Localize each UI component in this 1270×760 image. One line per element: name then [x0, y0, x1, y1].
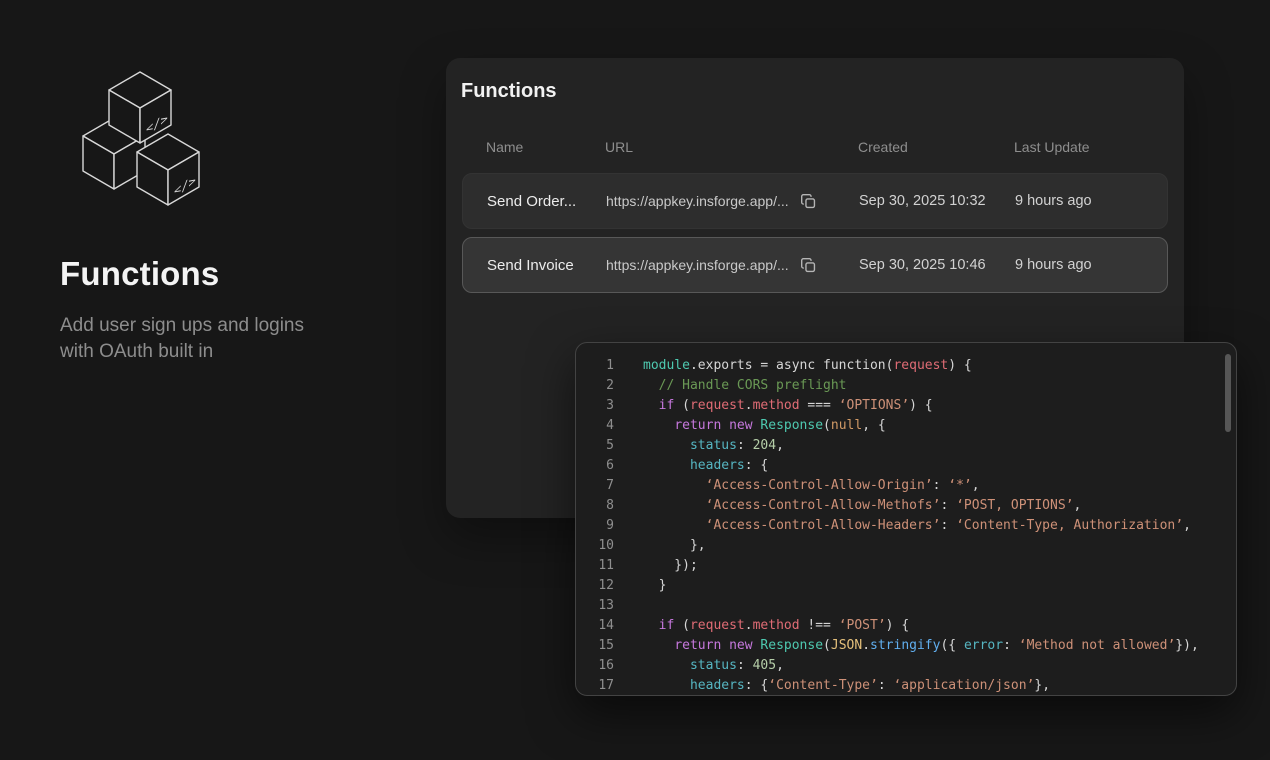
line-number: 1	[576, 356, 614, 376]
table-row[interactable]: Send Invoice https://appkey.insforge.app…	[462, 237, 1168, 293]
line-number: 13	[576, 596, 614, 616]
line-number: 4	[576, 416, 614, 436]
code-line: 9 ‘Access-Control-Allow-Headers’: ‘Conte…	[576, 516, 1236, 536]
function-name: Send Invoice	[487, 257, 606, 274]
table-row[interactable]: Send Order... https://appkey.insforge.ap…	[462, 173, 1168, 229]
table-header: Name URL Created Last Update	[462, 139, 1168, 155]
code-text: return new Response(JSON.stringify({ err…	[614, 636, 1199, 656]
code-text: status: 204,	[614, 436, 784, 456]
function-url: https://appkey.insforge.app/...	[606, 257, 789, 273]
code-text: status: 405,	[614, 656, 784, 676]
code-line: 8 ‘Access-Control-Allow-Methofs’: ‘POST,…	[576, 496, 1236, 516]
line-number: 12	[576, 576, 614, 596]
column-header-url: URL	[605, 139, 858, 155]
function-created: Sep 30, 2025 10:32	[859, 193, 1015, 209]
line-number: 7	[576, 476, 614, 496]
line-number: 8	[576, 496, 614, 516]
code-line: 15 return new Response(JSON.stringify({ …	[576, 636, 1236, 656]
panel-title: Functions	[446, 58, 1184, 103]
line-number: 5	[576, 436, 614, 456]
code-line: 2 // Handle CORS preflight	[576, 376, 1236, 396]
code-line: 3 if (request.method === ‘OPTIONS’) {	[576, 396, 1236, 416]
line-number: 6	[576, 456, 614, 476]
line-number: 15	[576, 636, 614, 656]
code-text	[614, 596, 643, 616]
line-number: 10	[576, 536, 614, 556]
hero-subtitle: Add user sign ups and logins with OAuth …	[60, 313, 338, 365]
copy-url-button[interactable]	[800, 193, 817, 210]
code-cubes-illustration: </> </>	[64, 60, 214, 215]
line-number: 16	[576, 656, 614, 676]
code-lines: 1module.exports = async function(request…	[576, 343, 1236, 696]
code-text: }	[614, 576, 666, 596]
code-line: 11 });	[576, 556, 1236, 576]
function-last-update: 9 hours ago	[1015, 257, 1143, 273]
code-editor[interactable]: 1module.exports = async function(request…	[575, 342, 1237, 696]
function-last-update: 9 hours ago	[1015, 193, 1143, 209]
code-line: 5 status: 204,	[576, 436, 1236, 456]
line-number: 11	[576, 556, 614, 576]
column-header-name: Name	[486, 139, 605, 155]
code-text: ‘Access-Control-Allow-Headers’: ‘Content…	[614, 516, 1191, 536]
hero-title: Functions	[60, 255, 400, 293]
function-url-cell: https://appkey.insforge.app/...	[606, 257, 859, 274]
line-number: 2	[576, 376, 614, 396]
code-line: 10 },	[576, 536, 1236, 556]
cube-bottom-right: </>	[137, 134, 199, 205]
code-line: 7 ‘Access-Control-Allow-Origin’: ‘*’,	[576, 476, 1236, 496]
code-line: 17 headers: {‘Content-Type’: ‘applicatio…	[576, 676, 1236, 696]
copy-url-button[interactable]	[800, 257, 817, 274]
code-text: ‘Access-Control-Allow-Methofs’: ‘POST, O…	[614, 496, 1081, 516]
code-text: if (request.method === ‘OPTIONS’) {	[614, 396, 933, 416]
code-text: });	[614, 556, 698, 576]
code-line: 4 return new Response(null, {	[576, 416, 1236, 436]
code-text: },	[614, 536, 706, 556]
hero-section: </> </> Functions Add user sign ups and …	[60, 60, 400, 365]
code-line: 12 }	[576, 576, 1236, 596]
code-line: 16 status: 405,	[576, 656, 1236, 676]
column-header-last-update: Last Update	[1014, 139, 1144, 155]
code-text: headers: {‘Content-Type’: ‘application/j…	[614, 676, 1050, 696]
function-name: Send Order...	[487, 193, 606, 210]
function-url-cell: https://appkey.insforge.app/...	[606, 193, 859, 210]
line-number: 9	[576, 516, 614, 536]
code-text: ‘Access-Control-Allow-Origin’: ‘*’,	[614, 476, 980, 496]
line-number: 14	[576, 616, 614, 636]
code-line: 14 if (request.method !== ‘POST’) {	[576, 616, 1236, 636]
line-number: 3	[576, 396, 614, 416]
function-url: https://appkey.insforge.app/...	[606, 193, 789, 209]
code-line: 6 headers: {	[576, 456, 1236, 476]
column-header-created: Created	[858, 139, 1014, 155]
code-line: 1module.exports = async function(request…	[576, 356, 1236, 376]
function-created: Sep 30, 2025 10:46	[859, 257, 1015, 273]
code-text: if (request.method !== ‘POST’) {	[614, 616, 909, 636]
code-line: 13	[576, 596, 1236, 616]
scrollbar-thumb[interactable]	[1225, 354, 1231, 432]
code-text: module.exports = async function(request)…	[614, 356, 972, 376]
code-text: headers: {	[614, 456, 768, 476]
copy-icon	[800, 193, 817, 210]
code-text: return new Response(null, {	[614, 416, 886, 436]
code-text: // Handle CORS preflight	[614, 376, 847, 396]
copy-icon	[800, 257, 817, 274]
line-number: 17	[576, 676, 614, 696]
page: </> </> Functions Add user sign ups and …	[0, 0, 1270, 760]
